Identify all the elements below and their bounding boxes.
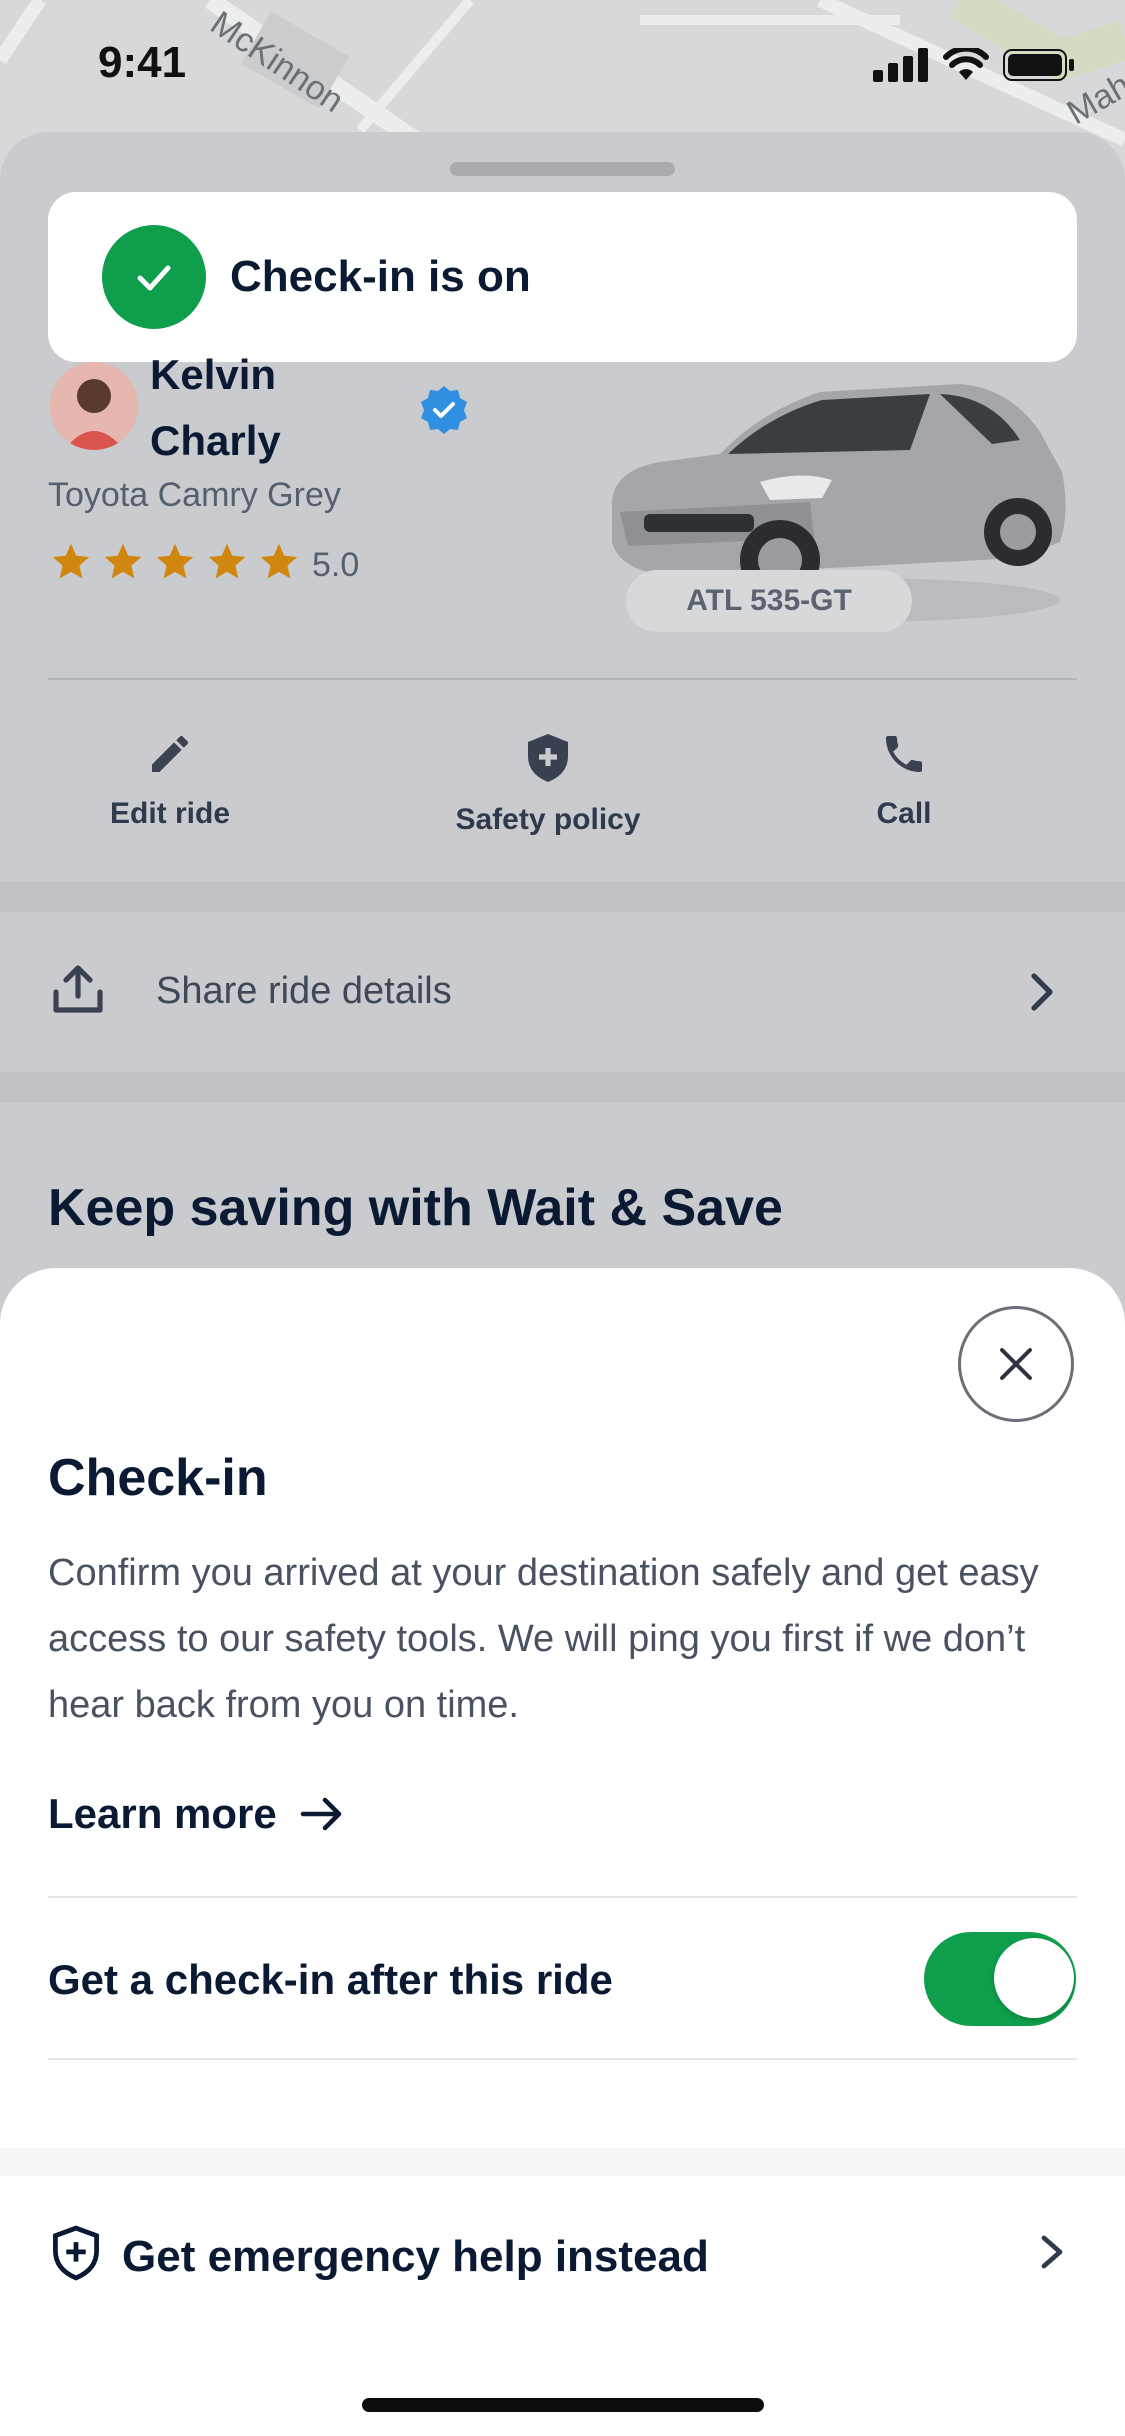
divider (48, 1896, 1077, 1898)
edit-ride-label: Edit ride (109, 797, 230, 830)
license-plate: ATL 535-GT (626, 570, 912, 632)
emergency-help-label: Get emergency help instead (122, 2232, 709, 2281)
share-ride-label: Share ride details (156, 970, 452, 1012)
shield-plus-icon (528, 734, 568, 782)
call-label: Call (876, 797, 932, 830)
driver-avatar (50, 362, 138, 450)
divider (48, 2058, 1077, 2060)
star-icon (156, 543, 194, 579)
phone-icon (886, 736, 922, 772)
star-icon (260, 543, 298, 579)
signal-icon (873, 48, 928, 82)
checkin-toggle-label: Get a check-in after this ride (48, 1956, 613, 2003)
call-button[interactable]: Call (784, 730, 1024, 831)
star-icon (52, 543, 90, 579)
battery-icon (1003, 49, 1074, 81)
rating-stars (48, 540, 302, 584)
verified-badge-icon (421, 386, 467, 434)
driver-name: Kelvin Charly (150, 342, 450, 474)
safety-policy-button[interactable]: Safety policy (428, 732, 668, 837)
arrow-right-icon (300, 1797, 341, 1831)
chevron-right-icon (1041, 2235, 1063, 2269)
keep-saving-title: Keep saving with Wait & Save (48, 1179, 783, 1237)
status-time: 9:41 (98, 38, 187, 87)
check-icon (102, 225, 206, 329)
rating-value: 5.0 (312, 546, 360, 584)
safety-policy-label: Safety policy (455, 803, 641, 836)
share-icon (53, 965, 103, 1013)
driver-last-name: Charly (150, 417, 281, 464)
section-separator (0, 1072, 1125, 1102)
learn-more-link[interactable]: Learn more (48, 1790, 345, 1838)
sheet-grabber[interactable] (450, 162, 675, 176)
checkin-title: Check-in (48, 1449, 268, 1507)
chevron-right-icon (1031, 973, 1053, 1011)
wifi-icon (943, 48, 989, 80)
learn-more-label: Learn more (48, 1790, 277, 1837)
edit-ride-button[interactable]: Edit ride (50, 730, 290, 831)
section-separator (0, 882, 1125, 912)
car-model: Toyota Camry Grey (48, 476, 341, 514)
status-icons (873, 48, 1075, 82)
section-separator (0, 2148, 1125, 2176)
star-icon (208, 543, 246, 579)
driver-first-name: Kelvin (150, 351, 277, 398)
toggle-knob[interactable] (994, 1938, 1074, 2018)
divider (48, 678, 1077, 680)
star-icon (104, 543, 142, 579)
home-indicator[interactable] (362, 2398, 764, 2412)
pencil-icon (152, 735, 189, 772)
checkin-description: Confirm you arrived at your destination … (48, 1552, 1039, 1726)
toast-text: Check-in is on (230, 252, 531, 301)
shield-plus-icon (53, 2225, 99, 2281)
close-icon (1000, 1348, 1032, 1380)
close-button[interactable] (958, 1306, 1074, 1422)
